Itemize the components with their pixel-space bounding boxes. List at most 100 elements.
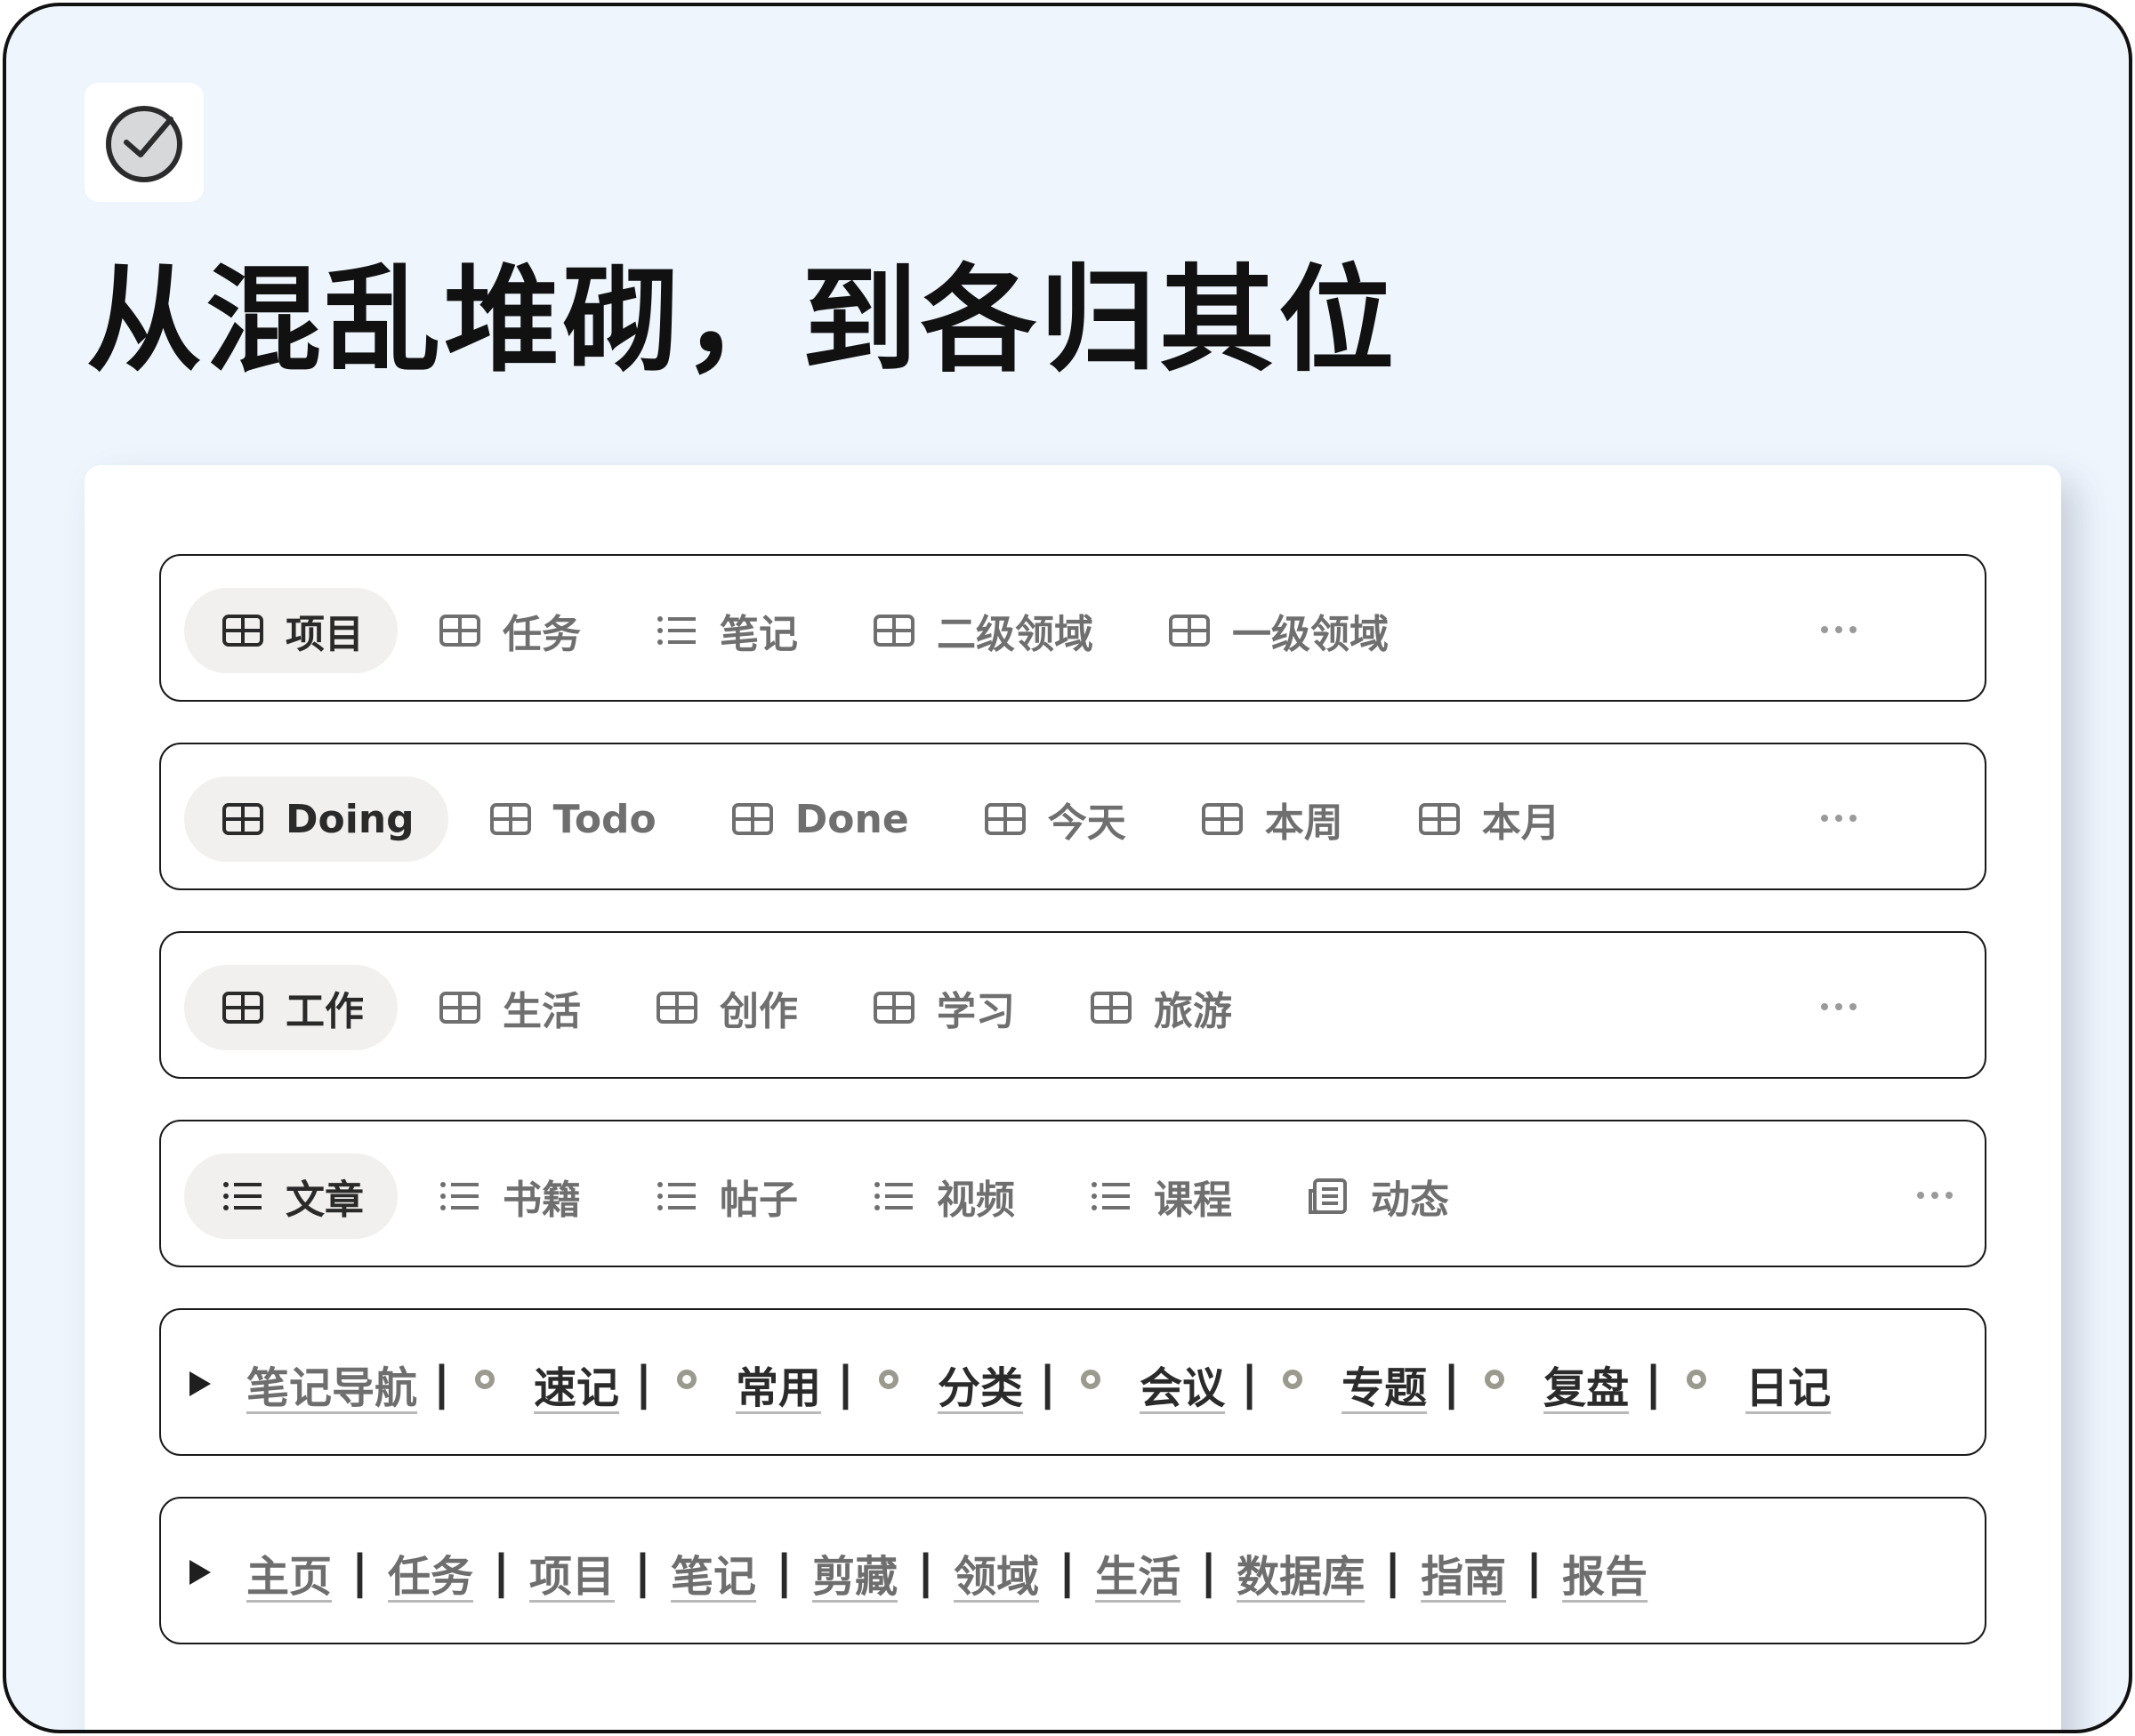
view-tabs-row-projects: 项目 任务 笔记 二级领域 一级领域 (159, 554, 1986, 702)
tab-primary-areas[interactable]: 一级领域 (1131, 588, 1422, 673)
tab-creation[interactable]: 创作 (618, 965, 832, 1050)
view-tabs-row-status: Doing Todo Done 今天 本周 本月 (159, 743, 1986, 890)
feed-icon (1307, 1178, 1349, 1214)
tab-label: Doing (286, 796, 415, 842)
tab-label: 书籍 (503, 1177, 581, 1223)
tab-this-week[interactable]: 本周 (1164, 776, 1377, 862)
page-title: 从混乱堆砌，到各归其位 (86, 253, 1398, 388)
tab-label: 学习 (937, 989, 1015, 1034)
note-nav-review[interactable]: 复盘 (1543, 1353, 1629, 1415)
tab-label: 一级领域 (1232, 612, 1389, 657)
main-nav-guide[interactable]: 指南 (1421, 1541, 1506, 1603)
table-icon (1418, 801, 1461, 837)
view-tabs: 工作 生活 创作 学习 旅游 (184, 965, 1269, 1050)
view-tabs-row-areas: 工作 生活 创作 学习 旅游 (159, 931, 1986, 1079)
tab-books[interactable]: 书籍 (401, 1153, 615, 1239)
separator: | (1526, 1546, 1543, 1599)
table-icon (873, 613, 915, 648)
tab-label: 生活 (503, 989, 581, 1034)
table-icon (222, 801, 264, 837)
note-nav-diary[interactable]: 日记 (1745, 1353, 1831, 1415)
separator: | (1241, 1357, 1259, 1410)
note-navigation-bar: 笔记导航 | 速记 | 常用 | 分类 | 会议 | 专题 | 复盘 | 日记 (159, 1308, 1986, 1456)
table-icon (984, 801, 1027, 837)
tab-doing[interactable]: Doing (184, 776, 448, 862)
separator: | (493, 1546, 511, 1599)
separator: | (1443, 1357, 1461, 1410)
circle-icon (1485, 1370, 1505, 1389)
table-icon (439, 990, 481, 1025)
note-nav-categories[interactable]: 分类 (938, 1353, 1023, 1415)
separator: | (837, 1357, 855, 1410)
note-nav-meetings[interactable]: 会议 (1140, 1353, 1225, 1415)
more-icon[interactable] (1812, 607, 1865, 652)
table-icon (439, 613, 481, 648)
main-nav-life[interactable]: 生活 (1095, 1541, 1180, 1603)
list-icon (439, 1178, 481, 1214)
tab-courses[interactable]: 课程 (1052, 1153, 1266, 1239)
main-nav-clips[interactable]: 剪藏 (812, 1541, 898, 1603)
tab-label: Done (794, 796, 909, 842)
tab-travel[interactable]: 旅游 (1052, 965, 1266, 1050)
table-icon (1090, 990, 1132, 1025)
table-icon (1201, 801, 1244, 837)
circle-icon (677, 1370, 697, 1389)
tab-articles[interactable]: 文章 (184, 1153, 398, 1239)
more-icon[interactable] (1812, 985, 1865, 1029)
view-tabs: Doing Todo Done 今天 本周 本月 (184, 776, 1598, 862)
main-nav-tasks[interactable]: 任务 (388, 1541, 473, 1603)
tab-label: 工作 (286, 989, 364, 1034)
tab-label: 课程 (1154, 1177, 1232, 1223)
tab-label: 创作 (720, 989, 798, 1034)
main-nav-areas[interactable]: 领域 (954, 1541, 1039, 1603)
main-nav-database[interactable]: 数据库 (1237, 1541, 1365, 1603)
list-icon (656, 613, 698, 648)
tab-label: 任务 (503, 612, 581, 657)
note-nav-quick-notes[interactable]: 速记 (534, 1353, 619, 1415)
circle-icon (1283, 1370, 1303, 1389)
tab-life[interactable]: 生活 (401, 965, 615, 1050)
main-nav-home[interactable]: 主页 (246, 1541, 332, 1603)
more-icon[interactable] (1812, 796, 1865, 840)
tab-feed[interactable]: 动态 (1269, 1153, 1483, 1239)
tab-secondary-areas[interactable]: 二级领域 (835, 588, 1127, 673)
more-icon[interactable] (1908, 1173, 1962, 1218)
separator: | (635, 1357, 653, 1410)
toggle-triangle-icon[interactable] (189, 1371, 211, 1396)
tab-label: 项目 (286, 612, 364, 657)
table-icon (489, 801, 532, 837)
tab-tasks[interactable]: 任务 (401, 588, 615, 673)
tab-todo[interactable]: Todo (452, 776, 690, 862)
tab-today[interactable]: 今天 (947, 776, 1160, 862)
tab-label: 视频 (937, 1177, 1015, 1223)
note-nav-title[interactable]: 笔记导航 (246, 1353, 417, 1415)
table-icon (1168, 613, 1211, 648)
app-frame: 从混乱堆砌，到各归其位 项目 任务 笔记 二级领域 一级领域 Doing Tod… (3, 3, 2132, 1733)
note-nav-topics[interactable]: 专题 (1341, 1353, 1427, 1415)
tab-label: 笔记 (720, 612, 798, 657)
tab-label: 本周 (1264, 800, 1343, 846)
circle-icon (1687, 1370, 1707, 1389)
main-nav-notes[interactable]: 笔记 (671, 1541, 756, 1603)
tab-notes[interactable]: 笔记 (618, 588, 832, 673)
main-nav-projects[interactable]: 项目 (529, 1541, 615, 1603)
tab-done[interactable]: Done (694, 776, 943, 862)
main-navigation-bar: 主页 | 任务 | 项目 | 笔记 | 剪藏 | 领域 | 生活 | 数据库 |… (159, 1497, 1986, 1644)
tab-label: 二级领域 (937, 612, 1093, 657)
tab-this-month[interactable]: 本月 (1381, 776, 1594, 862)
toggle-triangle-icon[interactable] (189, 1560, 211, 1585)
list-icon (222, 1178, 264, 1214)
note-nav-common[interactable]: 常用 (736, 1353, 821, 1415)
main-nav-reports[interactable]: 报告 (1562, 1541, 1648, 1603)
view-tabs: 项目 任务 笔记 二级领域 一级领域 (184, 588, 1426, 673)
tab-videos[interactable]: 视频 (835, 1153, 1049, 1239)
tab-label: 文章 (286, 1177, 364, 1223)
tab-label: 旅游 (1154, 989, 1232, 1034)
tab-work[interactable]: 工作 (184, 965, 398, 1050)
tab-study[interactable]: 学习 (835, 965, 1049, 1050)
separator: | (917, 1546, 935, 1599)
tab-posts[interactable]: 帖子 (618, 1153, 832, 1239)
separator: | (1200, 1546, 1218, 1599)
list-icon (873, 1178, 915, 1214)
tab-projects[interactable]: 项目 (184, 588, 398, 673)
